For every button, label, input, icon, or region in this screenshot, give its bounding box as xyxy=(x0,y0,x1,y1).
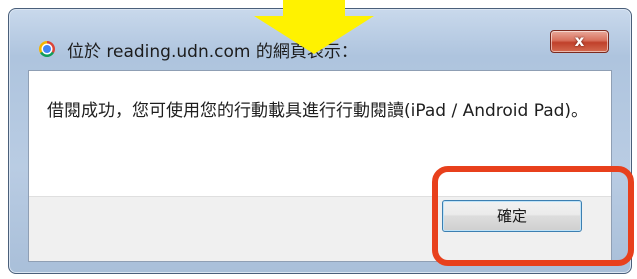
highlight-annotation xyxy=(432,166,634,266)
screenshot-stage: 位於 reading.udn.com 的網頁表示： x 借閱成功，您可使用您的行… xyxy=(0,0,637,279)
arrow-annotation-shaft xyxy=(283,0,345,16)
dialog-message: 借閱成功，您可使用您的行動載具進行行動閱讀(iPad / Android Pad… xyxy=(47,101,589,121)
arrow-annotation-head xyxy=(254,16,374,54)
close-icon: x xyxy=(574,32,585,50)
close-button[interactable]: x xyxy=(550,30,609,53)
chrome-icon xyxy=(39,41,55,57)
